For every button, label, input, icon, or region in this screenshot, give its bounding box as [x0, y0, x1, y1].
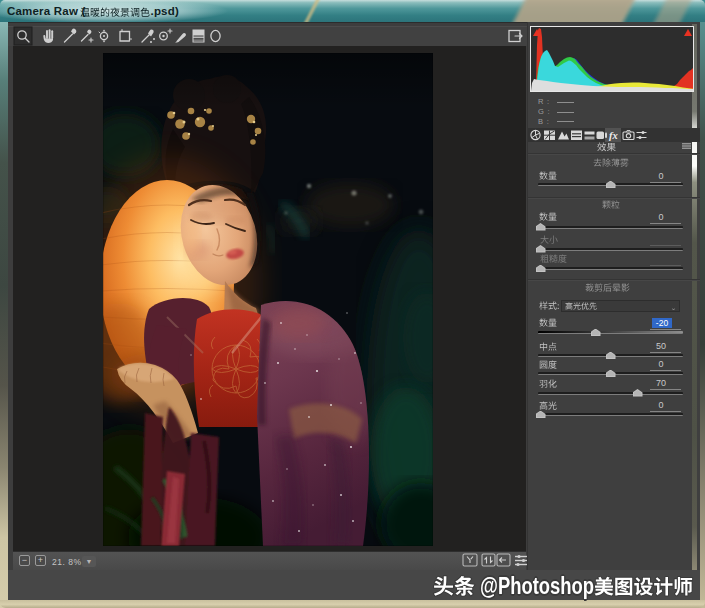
svg-text:fx: fx	[609, 130, 618, 141]
